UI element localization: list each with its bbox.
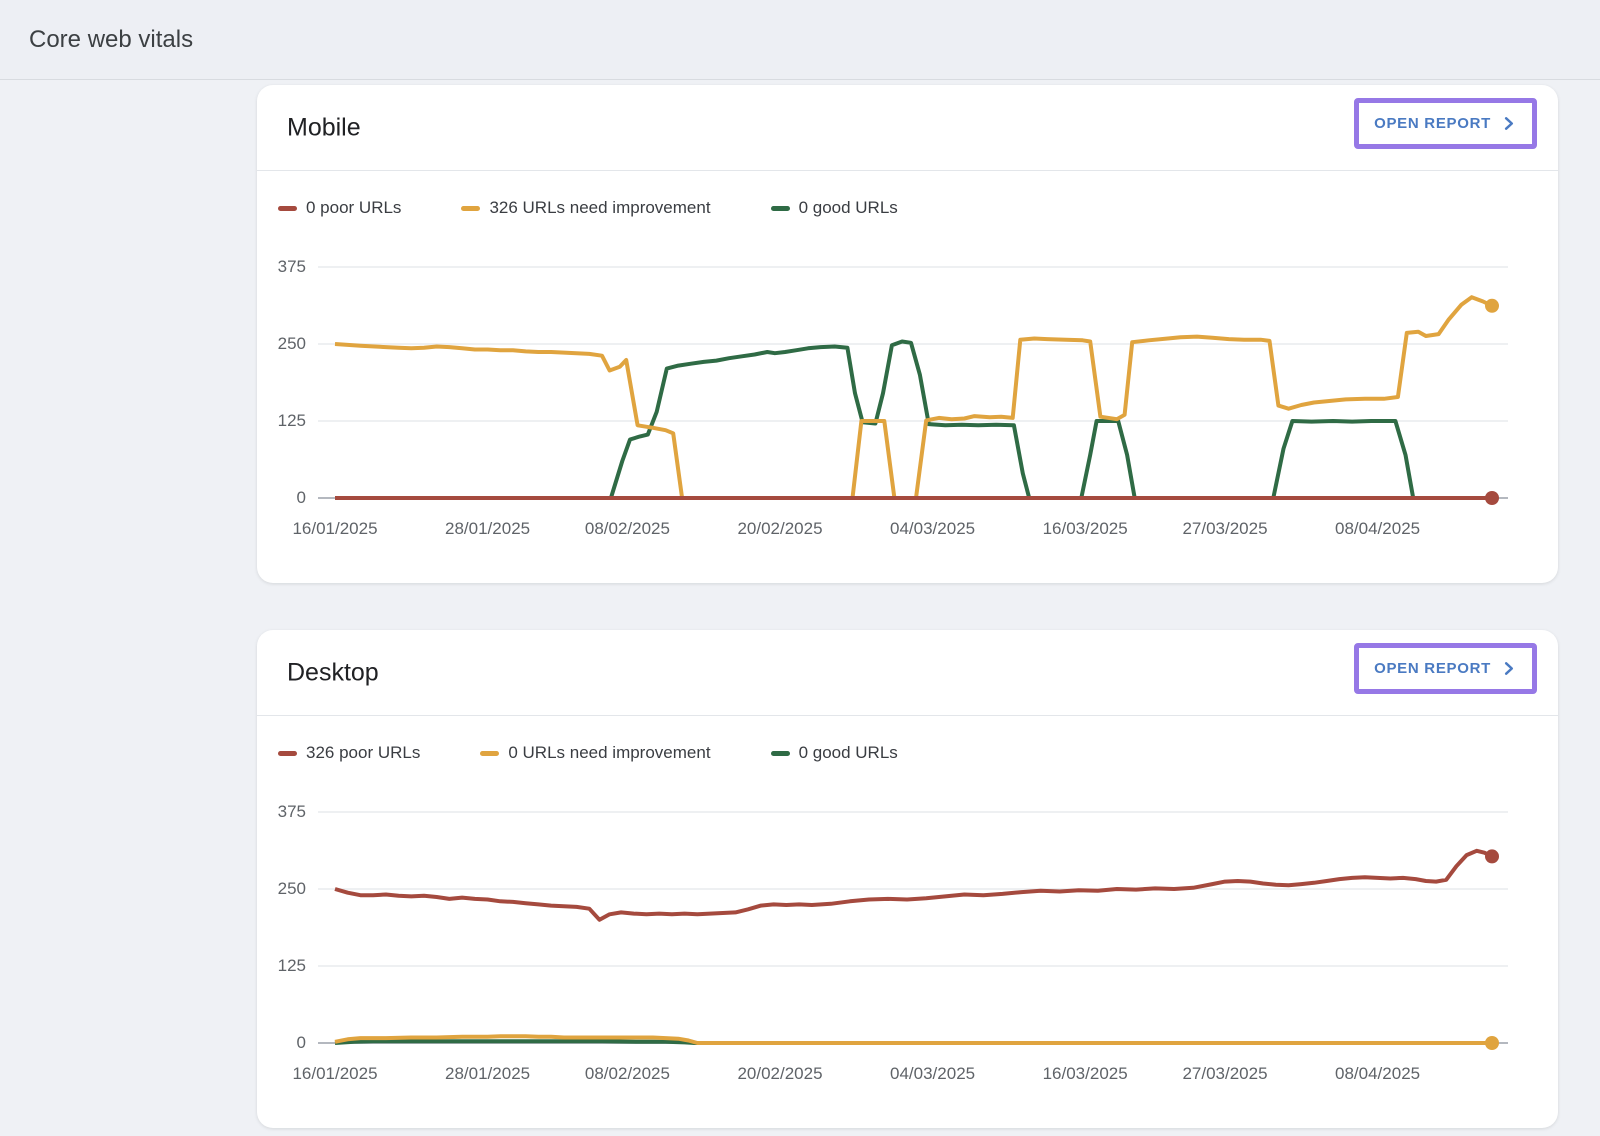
x-axis-labels: 16/01/202528/01/202508/02/202520/02/2025… [318, 1064, 1508, 1086]
chevron-right-icon [1500, 660, 1517, 677]
legend-item: 0 good URLs [771, 743, 898, 763]
x-tick-label: 27/03/2025 [1182, 519, 1267, 539]
x-tick-label: 16/03/2025 [1043, 1064, 1128, 1084]
open-report-annotation-box: OPEN REPORT [1354, 98, 1537, 149]
x-tick-label: 20/02/2025 [737, 1064, 822, 1084]
legend-dash-icon [278, 751, 297, 756]
open-report-button[interactable]: OPEN REPORT [1359, 648, 1532, 689]
card-header: Mobile OPEN REPORT [257, 85, 1558, 171]
open-report-label: OPEN REPORT [1374, 660, 1491, 677]
mobile-card: Mobile OPEN REPORT 0 poor URLs 326 URLs n… [257, 85, 1558, 583]
series-end-dot-poor [1485, 491, 1499, 505]
plot-area[interactable]: 3752501250 [318, 802, 1508, 1052]
desktop-card: Desktop OPEN REPORT 326 poor URLs 0 URLs … [257, 630, 1558, 1128]
open-report-button[interactable]: OPEN REPORT [1359, 103, 1532, 144]
y-tick-label: 250 [278, 334, 306, 354]
open-report-label: OPEN REPORT [1374, 115, 1491, 132]
card-header: Desktop OPEN REPORT [257, 630, 1558, 716]
y-tick-label: 0 [297, 1033, 306, 1053]
legend-label: 0 URLs need improvement [508, 743, 710, 763]
chart-canvas [318, 802, 1508, 1052]
x-tick-label: 28/01/2025 [445, 1064, 530, 1084]
y-tick-label: 375 [278, 802, 306, 822]
legend-item: 0 good URLs [771, 198, 898, 218]
x-tick-label: 08/04/2025 [1335, 519, 1420, 539]
x-tick-label: 27/03/2025 [1182, 1064, 1267, 1084]
legend-dash-icon [771, 751, 790, 756]
series-end-dot-poor [1485, 849, 1499, 863]
chart-canvas [318, 257, 1508, 507]
legend-item: 326 poor URLs [278, 743, 420, 763]
y-tick-label: 0 [297, 488, 306, 508]
legend-dash-icon [480, 751, 499, 756]
legend-label: 0 poor URLs [306, 198, 401, 218]
legend-label: 326 URLs need improvement [489, 198, 710, 218]
series-end-dot-improve [1485, 299, 1499, 313]
x-tick-label: 16/01/2025 [292, 519, 377, 539]
x-tick-label: 28/01/2025 [445, 519, 530, 539]
chevron-right-icon [1500, 115, 1517, 132]
series-line-good [335, 342, 1492, 499]
series-line-poor [335, 851, 1492, 920]
x-tick-label: 08/02/2025 [585, 519, 670, 539]
page-header: Core web vitals [0, 0, 1600, 80]
page-title: Core web vitals [29, 26, 193, 54]
legend: 0 poor URLs 326 URLs need improvement 0 go… [278, 197, 1558, 219]
x-tick-label: 08/02/2025 [585, 1064, 670, 1084]
legend-item: 0 poor URLs [278, 198, 401, 218]
x-tick-label: 16/03/2025 [1043, 519, 1128, 539]
series-line-improve [335, 297, 1492, 498]
card-title: Mobile [287, 113, 361, 142]
legend-item: 326 URLs need improvement [461, 198, 710, 218]
x-tick-label: 04/03/2025 [890, 519, 975, 539]
legend-dash-icon [278, 206, 297, 211]
legend-label: 326 poor URLs [306, 743, 420, 763]
card-title: Desktop [287, 658, 379, 687]
x-tick-label: 20/02/2025 [737, 519, 822, 539]
y-tick-label: 125 [278, 411, 306, 431]
legend: 326 poor URLs 0 URLs need improvement 0 go… [278, 742, 1558, 764]
legend-item: 0 URLs need improvement [480, 743, 710, 763]
x-tick-label: 04/03/2025 [890, 1064, 975, 1084]
x-tick-label: 16/01/2025 [292, 1064, 377, 1084]
x-axis-labels: 16/01/202528/01/202508/02/202520/02/2025… [318, 519, 1508, 541]
open-report-annotation-box: OPEN REPORT [1354, 643, 1537, 694]
legend-label: 0 good URLs [799, 743, 898, 763]
legend-dash-icon [461, 206, 480, 211]
y-tick-label: 125 [278, 956, 306, 976]
y-tick-label: 250 [278, 879, 306, 899]
plot-area[interactable]: 3752501250 [318, 257, 1508, 507]
legend-dash-icon [771, 206, 790, 211]
x-tick-label: 08/04/2025 [1335, 1064, 1420, 1084]
y-tick-label: 375 [278, 257, 306, 277]
series-end-dot-improve [1485, 1036, 1499, 1050]
legend-label: 0 good URLs [799, 198, 898, 218]
